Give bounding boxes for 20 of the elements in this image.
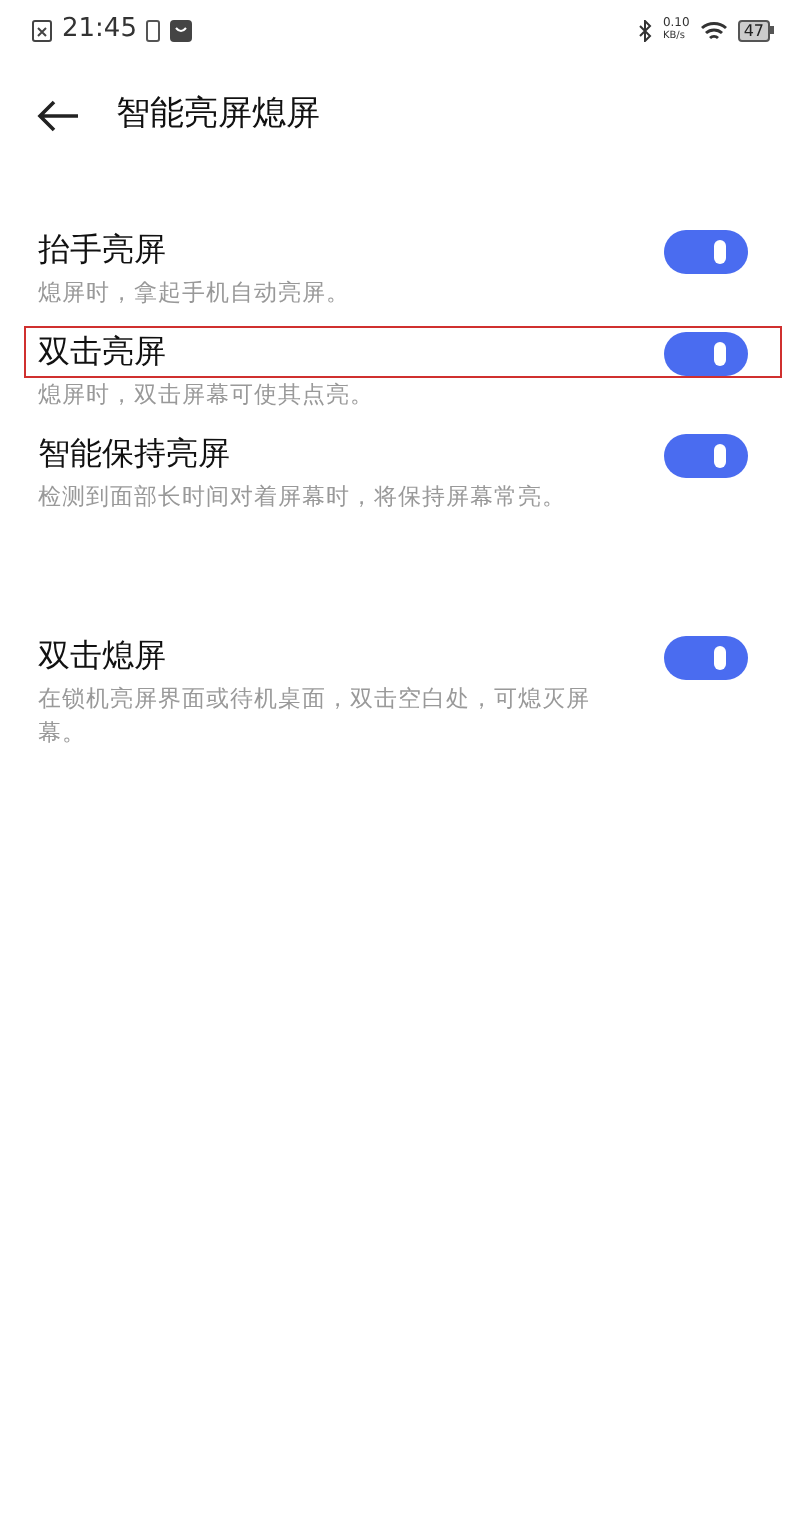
setting-title: 双击熄屏 — [38, 634, 166, 678]
clock: 21:45 — [62, 12, 137, 49]
setting-title: 双击亮屏 — [38, 330, 166, 374]
message-icon — [170, 19, 193, 41]
setting-title: 抬手亮屏 — [38, 228, 166, 272]
wifi-icon — [699, 19, 728, 41]
sim-icon — [32, 19, 52, 41]
bluetooth-icon — [638, 19, 653, 41]
toggle-switch[interactable] — [664, 332, 748, 376]
battery-indicator: 47 — [737, 19, 774, 41]
setting-description: 在锁机亮屏界面或待机桌面，双击空白处，可熄灭屏幕。 — [36, 682, 592, 750]
setting-title: 智能保持亮屏 — [38, 432, 230, 476]
setting-description: 检测到面部长时间对着屏幕时，将保持屏幕常亮。 — [36, 480, 568, 514]
setting-description: 熄屏时，双击屏幕可使其点亮。 — [36, 378, 376, 412]
toggle-switch[interactable] — [664, 636, 748, 680]
toggle-switch[interactable] — [664, 230, 748, 274]
phone-icon — [146, 19, 161, 41]
page-title: 智能亮屏熄屏 — [116, 92, 320, 139]
toggle-switch[interactable] — [664, 434, 748, 478]
setting-description: 熄屏时，拿起手机自动亮屏。 — [36, 276, 352, 310]
